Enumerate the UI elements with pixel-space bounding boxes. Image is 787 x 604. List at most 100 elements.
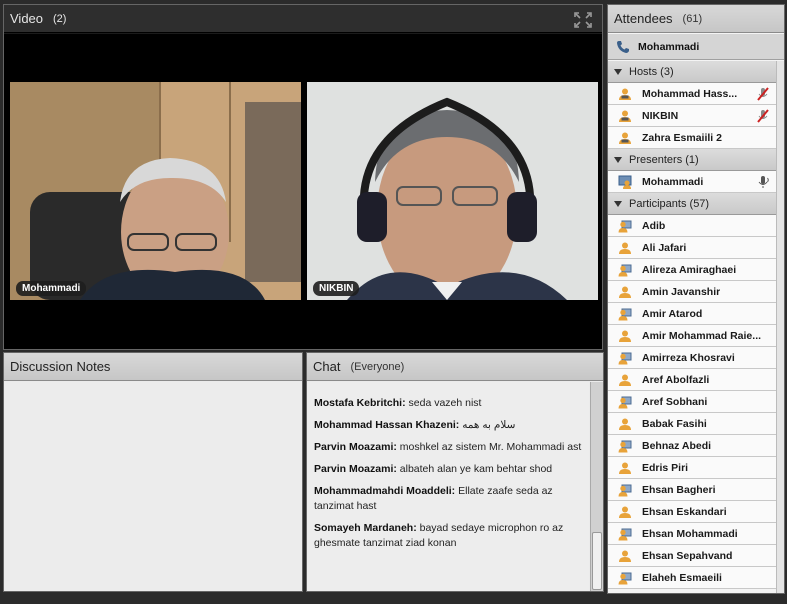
participant-name: Ehsan Mohammadi <box>642 527 738 540</box>
participant-row[interactable]: Ehsan Mohammadi <box>608 523 776 545</box>
participant-row[interactable]: Edris Piri <box>608 457 776 479</box>
chat-sender: Parvin Moazami: <box>314 441 397 453</box>
host-row[interactable]: Zahra Esmaiili 2 <box>608 127 776 149</box>
attendees-pod: Attendees (61) Mohammadi Hosts (3) Moham… <box>607 4 785 594</box>
participant-name: Amirreza Khosravi <box>642 351 735 364</box>
participant-user-icon <box>618 220 632 232</box>
participant-row[interactable]: Adib <box>608 215 776 237</box>
host-user-icon <box>619 132 631 144</box>
muted-mic-icon[interactable] <box>756 109 770 123</box>
chat-sender: Mohammad Hassan Khazeni: <box>314 419 460 431</box>
participant-row[interactable]: Amir Mohammad Raie... <box>608 325 776 347</box>
participant-row[interactable]: Aref Abolfazli <box>608 369 776 391</box>
chat-text: albateh alan ye kam behtar shod <box>396 463 553 475</box>
fullscreen-icon[interactable] <box>574 12 592 28</box>
participant-name: Ehsan Sepahvand <box>642 549 733 562</box>
participant-row[interactable]: Ali Jafari <box>608 237 776 259</box>
notes-title: Discussion Notes <box>10 359 111 374</box>
chat-sender: Mostafa Kebritchi: <box>314 397 406 409</box>
video-feed-mohammadi[interactable]: Mohammadi <box>10 82 301 300</box>
video-count: (2) <box>53 12 67 25</box>
discussion-notes-pod: Discussion Notes <box>3 352 303 592</box>
attendee-list: Hosts (3) Mohammad Hass... NIKBIN Zahra … <box>608 61 776 593</box>
participant-name: Amir Mohammad Raie... <box>642 329 762 342</box>
video-header: Video (2) <box>4 5 602 33</box>
chat-text: seda vazeh nist <box>405 397 482 409</box>
participant-row[interactable]: Behnaz Abedi <box>608 435 776 457</box>
attendees-title: Attendees <box>614 11 673 26</box>
participant-row[interactable]: Alireza Amiraghaei <box>608 259 776 281</box>
chat-header: Chat (Everyone) <box>307 353 603 381</box>
participant-row[interactable]: Ehsan Sepahvand <box>608 545 776 567</box>
chat-text: سلام به همه <box>459 419 516 431</box>
video-feed-nikbin[interactable]: NIKBIN <box>307 82 598 300</box>
chat-scroll-thumb[interactable] <box>592 532 602 590</box>
participant-user-icon <box>618 264 632 276</box>
participant-name: Ali Jafari <box>642 241 687 254</box>
participant-name: Aref Sobhani <box>642 395 708 408</box>
chevron-down-icon <box>614 200 622 207</box>
participant-row[interactable]: Ehsan Eskandari <box>608 501 776 523</box>
participant-row[interactable]: Babak Fasihi <box>608 413 776 435</box>
participant-user-icon <box>619 550 631 562</box>
muted-mic-icon[interactable] <box>756 87 770 101</box>
participant-user-icon <box>619 330 631 342</box>
chevron-down-icon <box>614 68 622 75</box>
presenter-name: Mohammadi <box>642 175 704 188</box>
participant-user-icon <box>618 528 632 540</box>
attendees-count: (61) <box>682 12 703 25</box>
host-user-icon <box>619 88 631 100</box>
chat-text: moshkel az sistem Mr. Mohammadi ast <box>396 441 582 453</box>
host-user-icon <box>619 110 631 122</box>
phone-icon <box>617 40 629 53</box>
participant-user-icon <box>619 506 631 518</box>
participant-row[interactable]: Amin Javanshir <box>608 281 776 303</box>
participant-user-icon <box>618 396 632 408</box>
participant-row[interactable]: Elaheh Esmaeili <box>608 567 776 589</box>
attendee-scrollbar[interactable] <box>776 61 784 593</box>
participant-user-icon <box>618 572 632 584</box>
video-feed-label: NIKBIN <box>313 281 360 296</box>
video-frame-image <box>10 82 301 300</box>
hosts-section[interactable]: Hosts (3) <box>608 61 776 83</box>
participants-label: Participants (57) <box>629 197 710 210</box>
participant-row[interactable]: Aref Sobhani <box>608 391 776 413</box>
host-row[interactable]: NIKBIN <box>608 105 776 127</box>
presenters-label: Presenters (1) <box>629 153 699 166</box>
host-row[interactable]: Mohammad Hass... <box>608 83 776 105</box>
chat-scope[interactable]: (Everyone) <box>350 361 404 373</box>
chat-message: Parvin Moazami: moshkel az sistem Mr. Mo… <box>314 440 583 455</box>
notes-body[interactable] <box>4 382 302 591</box>
chat-sender: Somayeh Mardaneh: <box>314 522 417 534</box>
chat-message: Somayeh Mardaneh: bayad sedaye microphon… <box>314 521 583 551</box>
host-name: NIKBIN <box>642 109 679 122</box>
participant-rows: Adib Ali Jafari Alireza Amiraghaei Amin Jav… <box>608 215 776 589</box>
current-user-row[interactable]: Mohammadi <box>608 34 784 60</box>
participant-user-icon <box>619 374 631 386</box>
chat-scrollbar[interactable] <box>590 382 603 591</box>
chat-message: Mohammad Hassan Khazeni: سلام به همه <box>314 418 583 433</box>
participant-user-icon <box>618 352 632 364</box>
participant-name: Alireza Amiraghaei <box>642 263 737 276</box>
video-feed-label: Mohammadi <box>16 281 87 296</box>
chevron-down-icon <box>614 156 622 163</box>
participant-user-icon <box>618 484 632 496</box>
participants-section[interactable]: Participants (57) <box>608 193 776 215</box>
hosts-label: Hosts (3) <box>629 65 674 78</box>
chat-message: Parvin Moazami: albateh alan ye kam beht… <box>314 462 583 477</box>
participant-row[interactable]: Amir Atarod <box>608 303 776 325</box>
presenter-row[interactable]: Mohammadi <box>608 171 776 193</box>
participant-name: Edris Piri <box>642 461 689 474</box>
chat-title: Chat <box>313 359 341 374</box>
video-title: Video <box>10 11 44 26</box>
participant-row[interactable]: Amirreza Khosravi <box>608 347 776 369</box>
microphone-icon[interactable] <box>756 175 770 189</box>
participant-user-icon <box>619 242 631 254</box>
chat-message: Mostafa Kebritchi: seda vazeh nist <box>314 396 583 411</box>
chat-messages: Mostafa Kebritchi: seda vazeh nist Moham… <box>307 382 589 591</box>
participant-name: Ehsan Eskandari <box>642 505 727 518</box>
participant-user-icon <box>619 418 631 430</box>
participant-row[interactable]: Ehsan Bagheri <box>608 479 776 501</box>
chat-pod: Chat (Everyone) Mostafa Kebritchi: seda … <box>306 352 604 592</box>
presenters-section[interactable]: Presenters (1) <box>608 149 776 171</box>
